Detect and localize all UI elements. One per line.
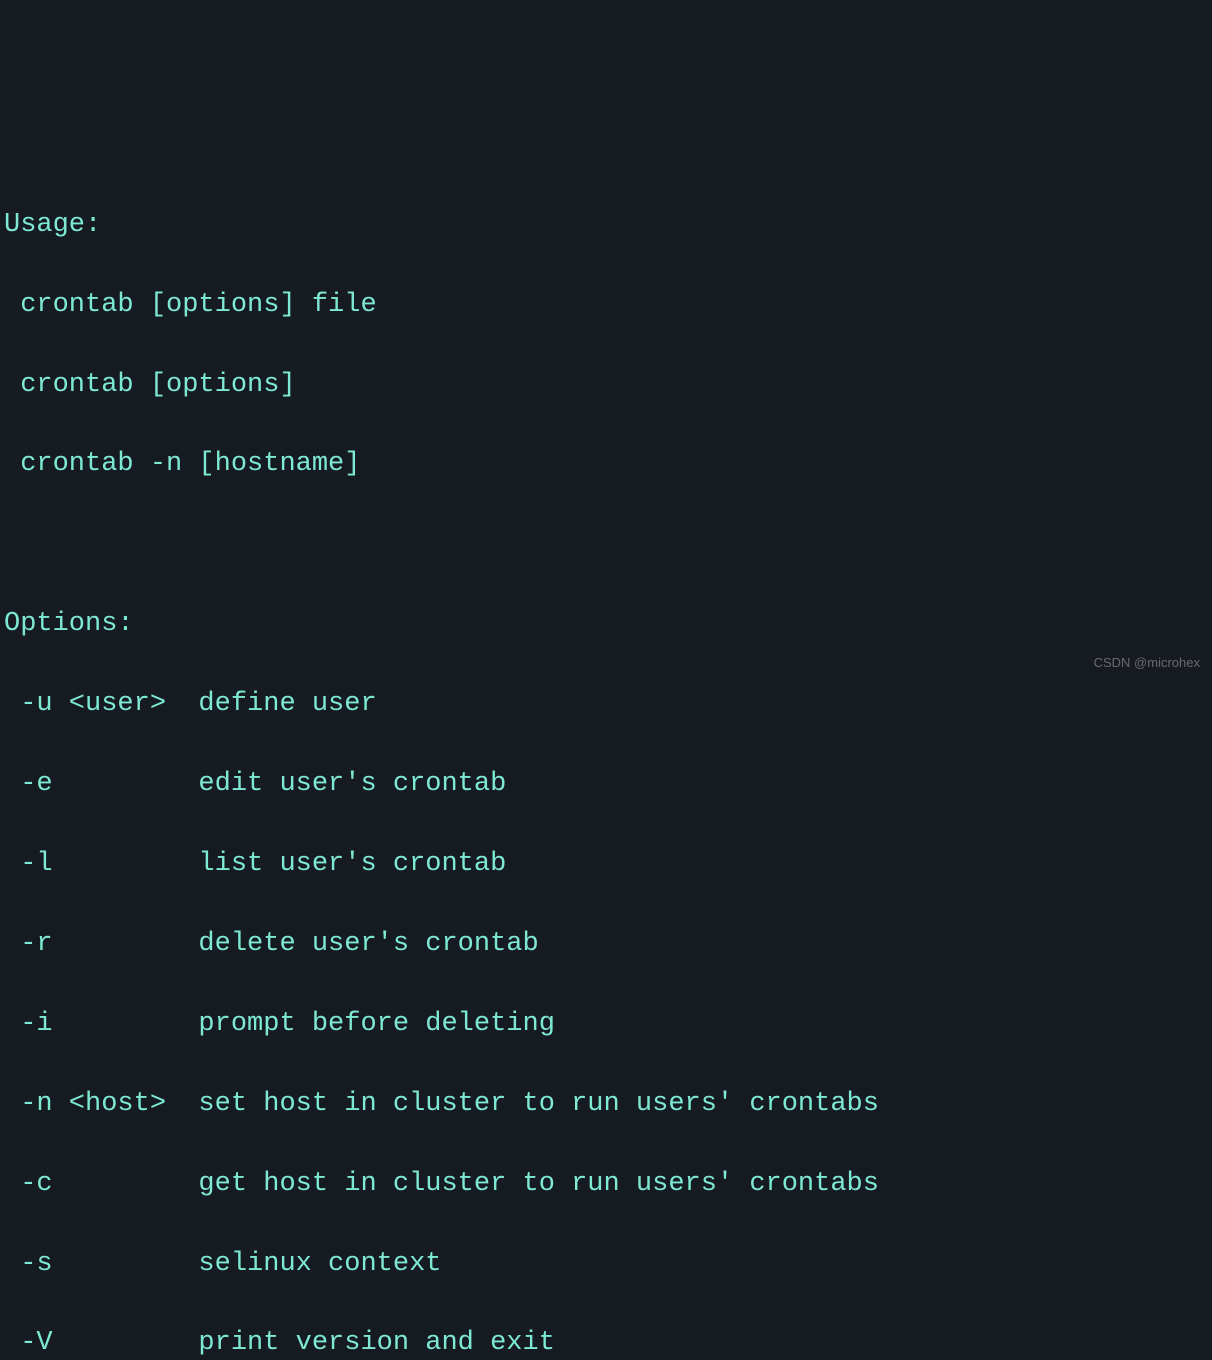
option-line: -e edit user's crontab [4,765,1208,805]
option-desc: selinux context [166,1249,441,1279]
option-line: -l list user's crontab [4,845,1208,885]
option-flag: -i [4,1009,166,1039]
option-flag: -V [4,1328,166,1358]
option-flag: -s [4,1249,166,1279]
watermark: CSDN @microhex [1094,653,1200,672]
option-desc: prompt before deleting [166,1009,555,1039]
option-desc: list user's crontab [166,849,506,879]
option-desc: delete user's crontab [166,929,539,959]
options-header: Options: [4,605,1208,645]
usage-line: crontab [options] [4,366,1208,406]
option-line: -u <user> define user [4,685,1208,725]
option-desc: print version and exit [166,1328,555,1358]
option-desc: set host in cluster to run users' cronta… [166,1089,879,1119]
option-flag: -c [4,1169,166,1199]
option-line: -V print version and exit [4,1324,1208,1360]
option-line: -i prompt before deleting [4,1005,1208,1045]
option-line: -r delete user's crontab [4,925,1208,965]
usage-header: Usage: [4,206,1208,246]
option-flag: -u <user> [4,689,166,719]
option-flag: -n <host> [4,1089,166,1119]
option-flag: -l [4,849,166,879]
terminal-output: Usage: crontab [options] file crontab [o… [4,166,1208,1360]
option-flag: -r [4,929,166,959]
blank-line [4,525,1208,565]
option-desc: edit user's crontab [166,769,506,799]
usage-line: crontab -n [hostname] [4,445,1208,485]
option-line: -n <host> set host in cluster to run use… [4,1085,1208,1125]
usage-line: crontab [options] file [4,286,1208,326]
option-line: -s selinux context [4,1245,1208,1285]
option-line: -c get host in cluster to run users' cro… [4,1165,1208,1205]
option-desc: get host in cluster to run users' cronta… [166,1169,879,1199]
option-flag: -e [4,769,166,799]
option-desc: define user [166,689,377,719]
